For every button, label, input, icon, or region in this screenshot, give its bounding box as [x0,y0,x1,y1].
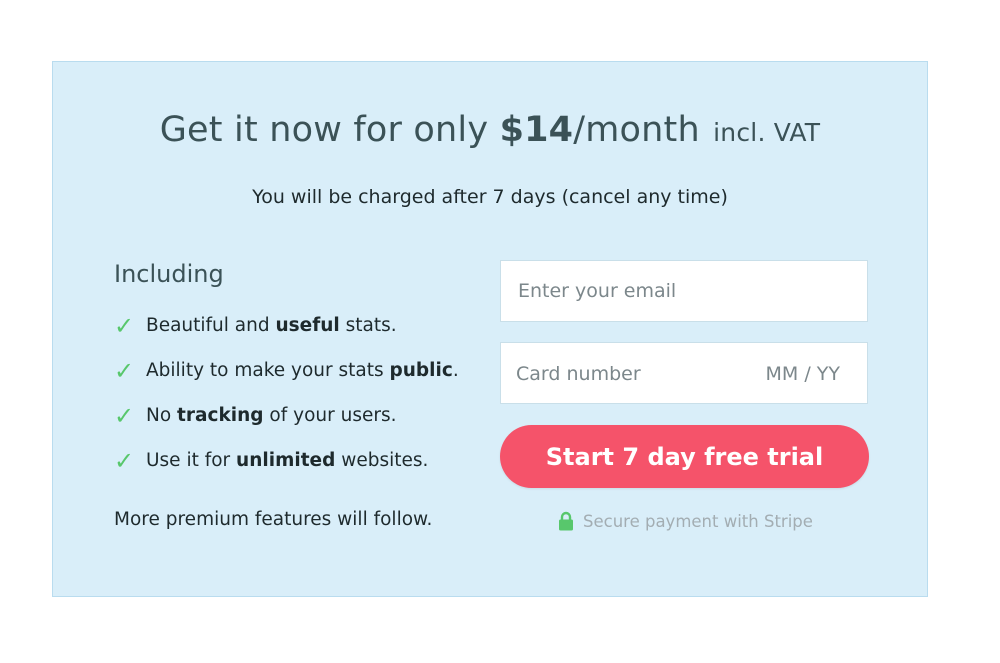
feature-text-bold: useful [275,315,340,336]
feature-item: ✓ Beautiful and useful stats. [114,314,459,359]
page-title: Get it now for only $14/month incl. VAT [53,110,927,150]
feature-item: ✓ No tracking of your users. [114,404,459,449]
headline-vat: incl. VAT [713,118,821,147]
more-features-note: More premium features will follow. [114,509,433,530]
feature-text: Beautiful and useful stats. [146,314,397,338]
lock-icon [558,511,574,531]
checkmark-icon: ✓ [114,312,135,340]
checkmark-icon: ✓ [114,402,135,430]
headline-price: $14 [499,110,574,150]
headline-prefix: Get it now for only [159,110,500,150]
secure-payment-note: Secure payment with Stripe [558,511,813,531]
checkmark-icon: ✓ [114,357,135,385]
email-field-wrapper [500,260,868,322]
card-field[interactable]: Card number MM / YY [500,342,868,404]
feature-text-pre: No [146,405,178,426]
billing-note: You will be charged after 7 days (cancel… [252,186,728,208]
secure-payment-text: Secure payment with Stripe [583,511,813,531]
feature-text: Use it for unlimited websites. [146,449,428,473]
feature-list: ✓ Beautiful and useful stats. ✓ Ability … [114,314,459,494]
features-title: Including [114,260,224,288]
feature-text-pre: Ability to make your stats [146,360,390,381]
feature-item: ✓ Ability to make your stats public. [114,359,459,404]
feature-text-post: . [452,360,459,381]
feature-text-bold: unlimited [236,450,336,471]
checkmark-icon: ✓ [114,447,135,475]
headline-period: /month [573,110,700,150]
pricing-panel: Get it now for only $14/month incl. VAT … [52,61,928,597]
feature-item: ✓ Use it for unlimited websites. [114,449,459,494]
feature-text-post: websites. [335,450,429,471]
feature-text: Ability to make your stats public. [146,359,459,383]
feature-text-pre: Beautiful and [146,315,276,336]
email-field[interactable] [501,261,867,321]
feature-text-bold: public [389,360,453,381]
card-number-input[interactable]: Card number [516,363,641,385]
feature-text-post: stats. [339,315,397,336]
feature-text: No tracking of your users. [146,404,396,428]
feature-text-post: of your users. [263,405,397,426]
card-expiry-input[interactable]: MM / YY [766,363,840,385]
feature-text-bold: tracking [177,405,264,426]
start-trial-button[interactable]: Start 7 day free trial [500,425,869,488]
feature-text-pre: Use it for [146,450,237,471]
